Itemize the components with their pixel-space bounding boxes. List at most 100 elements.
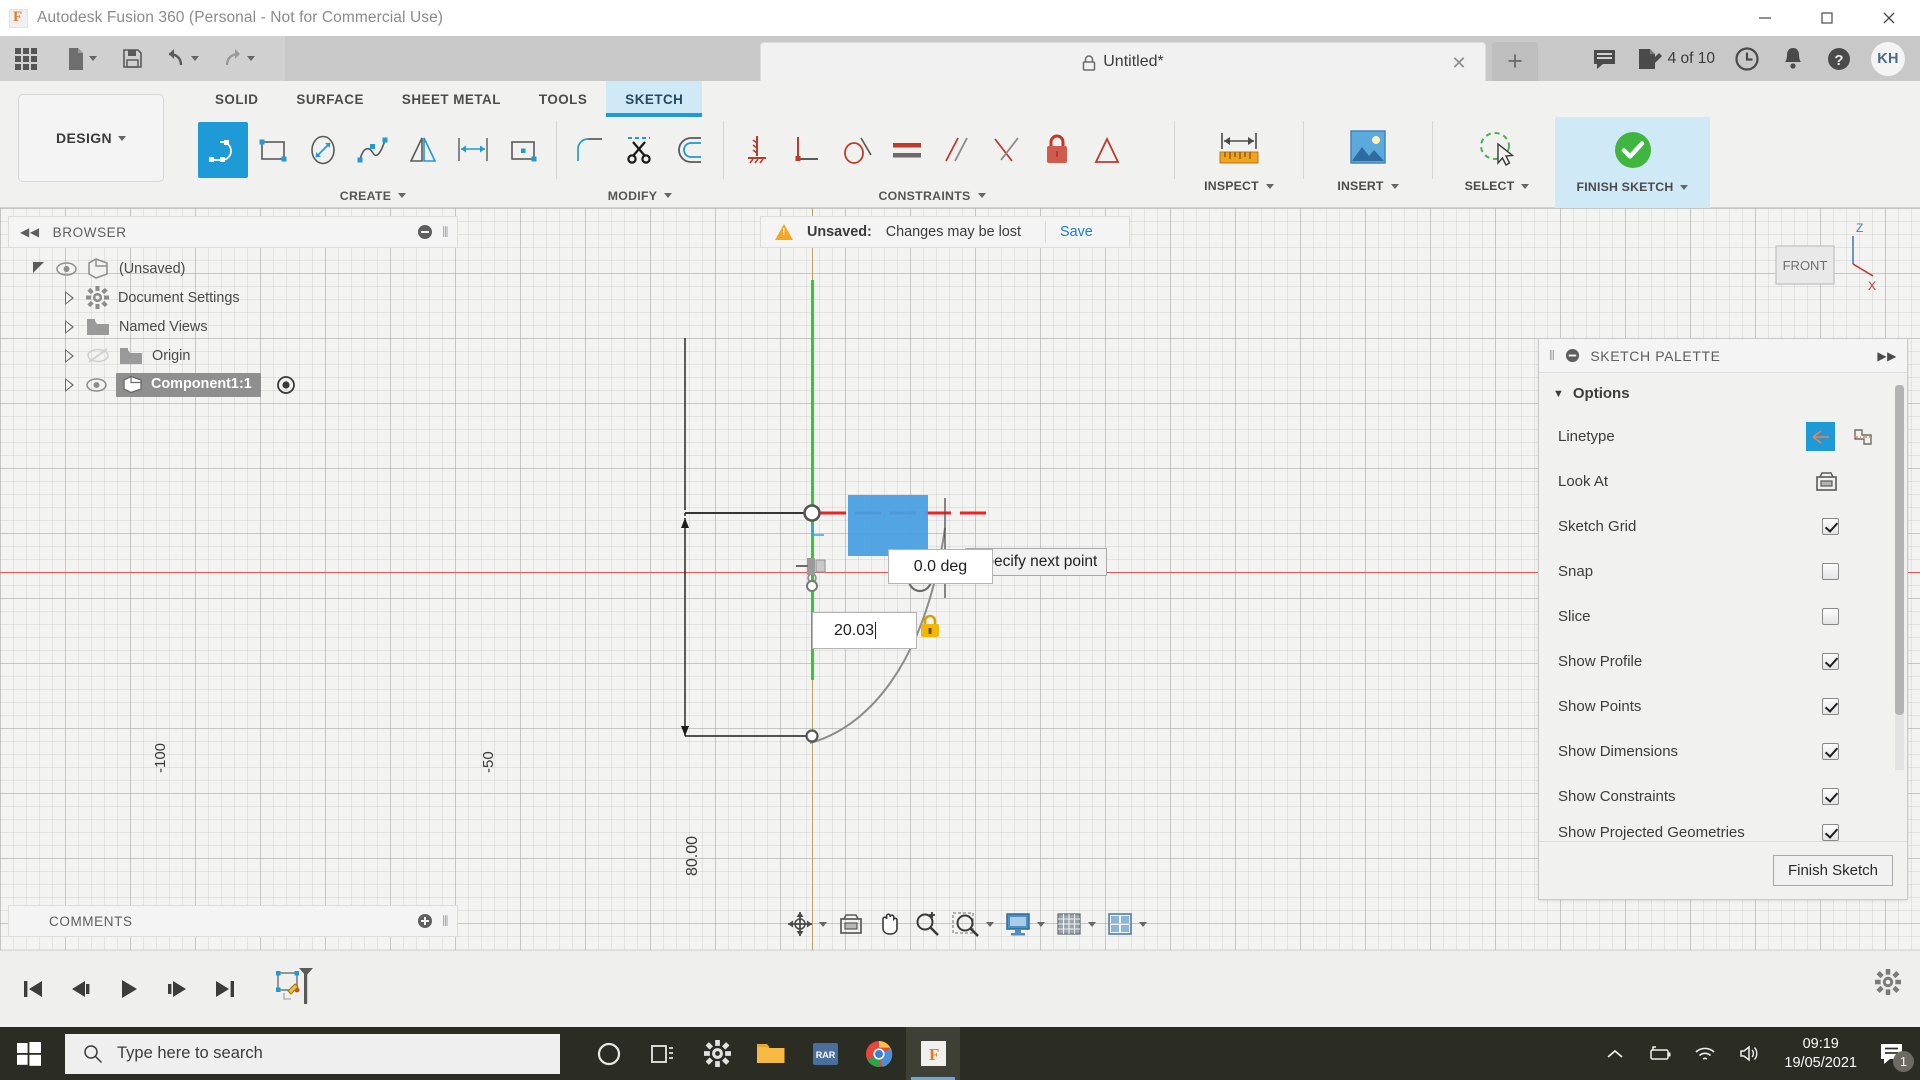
redo-button[interactable]	[210, 36, 266, 81]
expand-arrow-icon[interactable]	[63, 348, 77, 363]
tree-item-named-views[interactable]: Named Views	[8, 312, 458, 341]
eye-icon[interactable]	[86, 377, 107, 393]
show-constraints-checkbox[interactable]	[1822, 788, 1839, 805]
show-hidden-icons-button[interactable]	[1595, 1027, 1635, 1080]
tool-trim[interactable]	[615, 122, 665, 178]
tool-rectangle[interactable]	[248, 122, 298, 178]
tool-lock[interactable]	[1032, 122, 1082, 178]
tree-item-unsaved[interactable]: (Unsaved)	[8, 254, 458, 283]
panel-create-label[interactable]: CREATE	[196, 183, 550, 208]
tool-dimension[interactable]	[448, 122, 498, 178]
viewports-button[interactable]	[1102, 905, 1151, 943]
action-center-button[interactable]: 1	[1870, 1027, 1920, 1080]
finish-sketch-button[interactable]: FINISH SKETCH	[1555, 117, 1710, 208]
show-dimensions-checkbox[interactable]	[1822, 743, 1839, 760]
scrollbar-thumb[interactable]	[1895, 385, 1904, 715]
slice-checkbox[interactable]	[1822, 608, 1839, 625]
show-points-checkbox[interactable]	[1822, 698, 1839, 715]
eye-icon[interactable]	[56, 261, 77, 277]
help-button[interactable]: ?	[1818, 40, 1860, 78]
snap-checkbox[interactable]	[1822, 563, 1839, 580]
tool-perpendicular[interactable]	[782, 122, 832, 178]
comments-panel[interactable]: COMMENTS ⦀	[8, 905, 458, 937]
timeline-sketch-feature[interactable]	[270, 968, 322, 1009]
tab-surface[interactable]: SURFACE	[277, 81, 382, 117]
insert-button[interactable]: INSERT	[1310, 117, 1426, 208]
expand-arrow-icon[interactable]	[63, 290, 77, 305]
panel-modify-label[interactable]: MODIFY	[563, 183, 717, 208]
fusion360-taskbar-button[interactable]: F	[906, 1027, 960, 1080]
battery-button[interactable]	[1635, 1027, 1683, 1080]
tool-mirror[interactable]	[398, 122, 448, 178]
eye-hidden-icon[interactable]	[86, 347, 110, 364]
options-section-header[interactable]: ▼ Options	[1539, 385, 1907, 402]
maximize-button[interactable]	[1796, 0, 1858, 36]
new-file-button[interactable]	[52, 36, 110, 81]
expand-arrow-icon[interactable]	[63, 319, 77, 334]
zoom-window-button[interactable]	[947, 905, 998, 943]
volume-button[interactable]	[1727, 1027, 1771, 1080]
look-at-nav-button[interactable]	[833, 905, 869, 943]
user-account-button[interactable]: KH	[1864, 40, 1912, 78]
close-tab-button[interactable]: ✕	[1449, 53, 1469, 73]
notifications-button[interactable]	[1772, 40, 1814, 78]
tab-sketch[interactable]: SKETCH	[606, 81, 703, 117]
panel-constraints-label[interactable]: CONSTRAINTS	[730, 183, 1134, 208]
tree-item-component1[interactable]: Component1:1	[8, 370, 458, 399]
minimize-button[interactable]	[1734, 0, 1796, 36]
settings-taskbar-button[interactable]	[690, 1027, 744, 1080]
activate-component-icon[interactable]	[276, 375, 296, 395]
tool-line[interactable]	[198, 122, 248, 178]
linetype-normal-button[interactable]	[1806, 422, 1835, 451]
go-to-beginning-button[interactable]	[14, 969, 52, 1009]
select-button[interactable]: SELECT	[1439, 117, 1555, 208]
clock[interactable]: 09:19 19/05/2021	[1771, 1027, 1870, 1080]
file-explorer-button[interactable]	[744, 1027, 798, 1080]
show-profile-checkbox[interactable]	[1822, 653, 1839, 670]
show-projected-geometries-checkbox[interactable]	[1822, 823, 1839, 841]
tool-offset[interactable]	[665, 122, 715, 178]
display-settings-button[interactable]	[1000, 905, 1049, 943]
linetype-construction-button[interactable]	[1848, 422, 1877, 451]
new-tab-button[interactable]: +	[1492, 42, 1538, 81]
go-to-end-button[interactable]	[206, 969, 244, 1009]
network-button[interactable]	[1683, 1027, 1727, 1080]
panel-grip-icon[interactable]: ⦀	[1549, 348, 1555, 364]
length-input-field[interactable]: 20.03	[812, 612, 917, 649]
inspect-button[interactable]: INSPECT	[1181, 117, 1297, 208]
angle-value-display[interactable]: 0.0 deg	[888, 549, 993, 584]
tool-circle[interactable]	[298, 122, 348, 178]
taskbar-search-box[interactable]: Type here to search	[65, 1033, 560, 1074]
tree-item-origin[interactable]: Origin	[8, 341, 458, 370]
panel-grip-icon[interactable]: ⦀	[442, 224, 449, 241]
winrar-button[interactable]: RAR	[798, 1027, 852, 1080]
workspace-switcher[interactable]: DESIGN	[18, 94, 164, 182]
tool-parallel[interactable]	[932, 122, 982, 178]
cortana-button[interactable]	[582, 1027, 636, 1080]
minimize-panel-icon[interactable]	[417, 224, 433, 240]
task-view-button[interactable]	[636, 1027, 690, 1080]
add-comment-icon[interactable]	[417, 913, 433, 929]
orbit-button[interactable]	[782, 905, 831, 943]
save-button[interactable]	[110, 36, 154, 81]
recent-activity-button[interactable]	[1726, 40, 1768, 78]
tool-fix-ground[interactable]	[732, 122, 782, 178]
close-button[interactable]	[1858, 0, 1920, 36]
look-at-button[interactable]	[1812, 467, 1841, 496]
expand-arrow-icon[interactable]	[32, 261, 47, 276]
job-status-button[interactable]: 4 of 10	[1630, 40, 1722, 78]
tool-fillet[interactable]	[565, 122, 615, 178]
expand-palette-icon[interactable]: ▶▶	[1877, 349, 1897, 363]
tool-midpoint[interactable]	[1082, 122, 1132, 178]
sketch-grid-checkbox[interactable]	[1822, 518, 1839, 535]
tool-equal[interactable]	[882, 122, 932, 178]
view-cube[interactable]: Z X FRONT	[1756, 218, 1876, 308]
undo-button[interactable]	[154, 36, 210, 81]
step-back-button[interactable]	[62, 969, 100, 1009]
document-tab[interactable]: Untitled* ✕	[760, 42, 1486, 81]
chrome-button[interactable]	[852, 1027, 906, 1080]
play-button[interactable]	[110, 969, 148, 1009]
step-forward-button[interactable]	[158, 969, 196, 1009]
tool-tangent[interactable]	[832, 122, 882, 178]
finish-sketch-palette-button[interactable]: Finish Sketch	[1772, 855, 1893, 886]
